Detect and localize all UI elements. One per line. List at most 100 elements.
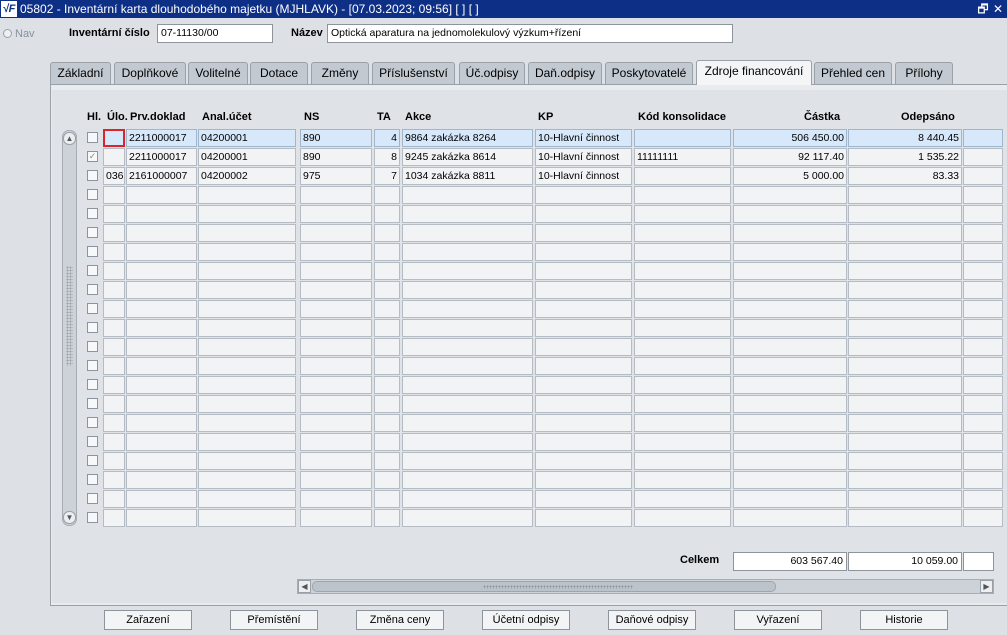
cell-kod[interactable]	[634, 357, 731, 375]
cell-kod[interactable]	[634, 509, 731, 527]
cell-ta[interactable]	[374, 357, 400, 375]
cell-kp[interactable]: 10-Hlavní činnost	[535, 129, 632, 147]
cell-ta[interactable]	[374, 452, 400, 470]
cell-kod[interactable]	[634, 205, 731, 223]
cell-kod[interactable]	[634, 186, 731, 204]
cell-ulo[interactable]	[103, 148, 125, 166]
cell-ulo[interactable]	[103, 224, 125, 242]
cell-ta[interactable]	[374, 509, 400, 527]
hl-checkbox[interactable]	[87, 493, 98, 504]
cell-ulo[interactable]	[103, 205, 125, 223]
cell-castka[interactable]	[733, 186, 847, 204]
cell-ulo[interactable]	[103, 490, 125, 508]
cell-ulo[interactable]	[103, 243, 125, 261]
cell-odepsano[interactable]	[848, 376, 962, 394]
cell-kod[interactable]	[634, 224, 731, 242]
cell-anal[interactable]	[198, 376, 296, 394]
hl-checkbox[interactable]	[87, 170, 98, 181]
cell-kod[interactable]	[634, 167, 731, 185]
cell-castka[interactable]	[733, 471, 847, 489]
cell-odepsano[interactable]: 83.33	[848, 167, 962, 185]
cell-kod[interactable]	[634, 376, 731, 394]
cell-anal[interactable]	[198, 395, 296, 413]
cell-extra[interactable]	[963, 395, 1003, 413]
tab-prilohy[interactable]: Přílohy	[895, 62, 953, 84]
cell-odepsano[interactable]	[848, 205, 962, 223]
cell-ulo[interactable]	[103, 376, 125, 394]
cell-odepsano[interactable]	[848, 243, 962, 261]
nav-toggle[interactable]: Nav	[3, 28, 35, 40]
scroll-right-icon[interactable]: ▶	[980, 580, 993, 593]
cell-ns[interactable]	[300, 186, 372, 204]
horizontal-scroll-thumb[interactable]	[312, 581, 776, 592]
cell-ulo[interactable]	[103, 338, 125, 356]
cell-ns[interactable]	[300, 490, 372, 508]
tab-ucetni-odpisy[interactable]: Úč.odpisy	[459, 62, 525, 84]
cell-kod[interactable]	[634, 471, 731, 489]
cell-prv[interactable]	[126, 471, 197, 489]
cell-ulo[interactable]	[103, 186, 125, 204]
cell-kod[interactable]	[634, 300, 731, 318]
cell-castka[interactable]	[733, 281, 847, 299]
cell-ta[interactable]	[374, 262, 400, 280]
hl-checkbox[interactable]: ✓	[87, 151, 98, 162]
cell-extra[interactable]	[963, 224, 1003, 242]
cell-akce[interactable]: 9864 zakázka 8264	[402, 129, 533, 147]
cell-prv[interactable]	[126, 509, 197, 527]
cell-ns[interactable]	[300, 395, 372, 413]
cell-ns[interactable]	[300, 414, 372, 432]
hl-checkbox[interactable]	[87, 303, 98, 314]
cell-ns[interactable]	[300, 243, 372, 261]
cell-castka[interactable]	[733, 300, 847, 318]
cell-odepsano[interactable]	[848, 338, 962, 356]
cell-prv[interactable]	[126, 452, 197, 470]
cell-extra[interactable]	[963, 300, 1003, 318]
cell-anal[interactable]	[198, 281, 296, 299]
cell-ta[interactable]	[374, 186, 400, 204]
cell-extra[interactable]	[963, 452, 1003, 470]
cell-ulo[interactable]	[103, 452, 125, 470]
cell-anal[interactable]	[198, 509, 296, 527]
cell-castka[interactable]	[733, 243, 847, 261]
cell-akce[interactable]	[402, 357, 533, 375]
cell-prv[interactable]: 2161000007	[126, 167, 197, 185]
cell-ulo[interactable]	[103, 433, 125, 451]
cell-ta[interactable]	[374, 205, 400, 223]
cell-odepsano[interactable]	[848, 300, 962, 318]
cell-castka[interactable]: 5 000.00	[733, 167, 847, 185]
cell-extra[interactable]	[963, 338, 1003, 356]
cell-prv[interactable]: 2211000017	[126, 129, 197, 147]
cell-odepsano[interactable]	[848, 357, 962, 375]
tab-prislusenstvi[interactable]: Příslušenství	[372, 62, 455, 84]
cell-kod[interactable]: 11111111	[634, 148, 731, 166]
cell-odepsano[interactable]	[848, 281, 962, 299]
zarazeni-button[interactable]: Zařazení	[104, 610, 192, 630]
cell-anal[interactable]	[198, 452, 296, 470]
cell-castka[interactable]	[733, 509, 847, 527]
cell-ta[interactable]	[374, 338, 400, 356]
cell-kod[interactable]	[634, 319, 731, 337]
hl-checkbox[interactable]	[87, 417, 98, 428]
cell-ta[interactable]	[374, 243, 400, 261]
cell-anal[interactable]	[198, 433, 296, 451]
cell-ns[interactable]	[300, 281, 372, 299]
hl-checkbox[interactable]	[87, 455, 98, 466]
cell-odepsano[interactable]	[848, 433, 962, 451]
historie-button[interactable]: Historie	[860, 610, 948, 630]
cell-prv[interactable]	[126, 338, 197, 356]
cell-odepsano[interactable]	[848, 186, 962, 204]
cell-ta[interactable]	[374, 281, 400, 299]
cell-kod[interactable]	[634, 243, 731, 261]
tab-dotace[interactable]: Dotace	[250, 62, 308, 84]
cell-prv[interactable]	[126, 224, 197, 242]
hl-checkbox[interactable]	[87, 265, 98, 276]
cell-ulo[interactable]	[103, 319, 125, 337]
cell-extra[interactable]	[963, 243, 1003, 261]
cell-kp[interactable]	[535, 471, 632, 489]
close-window-icon[interactable]: ✕	[991, 0, 1005, 18]
hl-checkbox[interactable]	[87, 436, 98, 447]
cell-extra[interactable]	[963, 319, 1003, 337]
cell-akce[interactable]: 1034 zakázka 8811	[402, 167, 533, 185]
cell-kp[interactable]	[535, 338, 632, 356]
cell-ulo[interactable]	[103, 281, 125, 299]
